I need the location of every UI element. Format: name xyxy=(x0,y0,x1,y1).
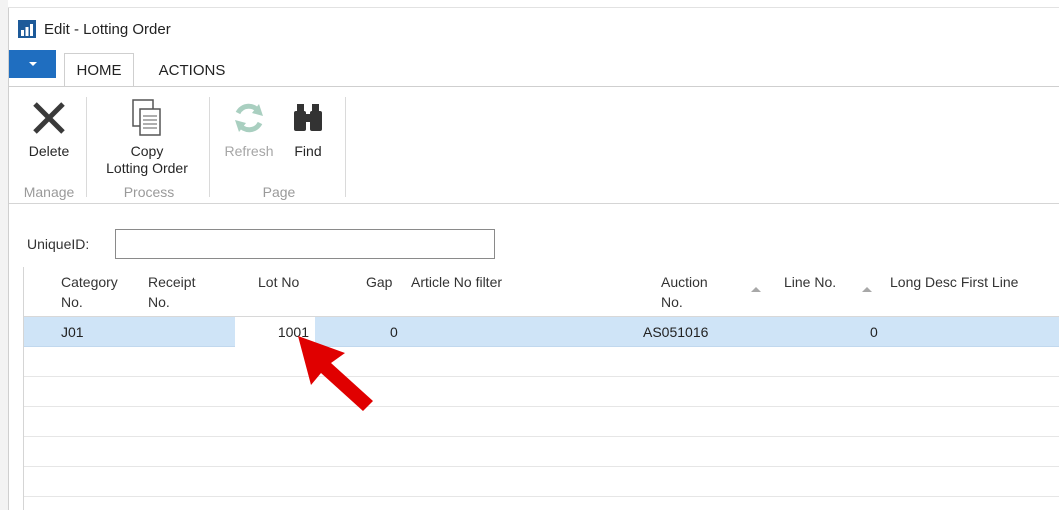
group-label-manage: Manage xyxy=(23,184,75,200)
column-header-article-filter[interactable]: Article No filter xyxy=(411,272,502,292)
copy-document-icon xyxy=(126,97,168,139)
grid-header: Category No. Receipt No. Lot No Gap Arti… xyxy=(24,267,1059,317)
refresh-button[interactable]: Refresh xyxy=(221,97,277,160)
cell-line-no[interactable]: 0 xyxy=(870,317,878,347)
column-header-line-no[interactable]: Line No. xyxy=(784,272,836,292)
uniqueid-input[interactable] xyxy=(115,229,495,259)
header-text: Auction xyxy=(661,274,708,290)
column-header-receipt[interactable]: Receipt No. xyxy=(148,272,195,312)
table-row[interactable] xyxy=(24,377,1059,407)
column-header-auction[interactable]: Auction No. xyxy=(661,272,708,312)
cell-auction[interactable]: AS051016 xyxy=(643,317,708,347)
tab-home[interactable]: HOME xyxy=(64,53,134,87)
app-logo-icon xyxy=(18,20,36,38)
annotation-arrow-icon xyxy=(298,336,373,411)
find-label: Find xyxy=(294,143,322,159)
find-button[interactable]: Find xyxy=(283,97,333,160)
group-separator xyxy=(209,97,210,197)
header-text: No. xyxy=(61,294,83,310)
window-title: Edit - Lotting Order xyxy=(44,20,171,38)
uniqueid-filter: UniqueID: xyxy=(27,229,495,259)
header-text: Category xyxy=(61,274,118,290)
header-text: No. xyxy=(661,294,683,310)
cell-category[interactable]: J01 xyxy=(61,317,84,347)
chevron-down-icon xyxy=(28,62,37,66)
page-content: UniqueID: Category No. Receipt No. Lot N… xyxy=(9,205,1059,510)
column-header-gap[interactable]: Gap xyxy=(366,272,392,292)
copy-label-line2: Lotting Order xyxy=(106,160,188,176)
sort-up-icon xyxy=(751,287,761,292)
delete-label: Delete xyxy=(28,143,70,159)
uniqueid-label: UniqueID: xyxy=(27,236,90,252)
group-label-process: Process xyxy=(123,184,175,200)
cell-gap[interactable]: 0 xyxy=(390,317,398,347)
table-row[interactable] xyxy=(24,407,1059,437)
group-label-page: Page xyxy=(262,184,296,200)
sort-up-icon xyxy=(862,287,872,292)
table-row[interactable] xyxy=(24,347,1059,377)
table-row[interactable] xyxy=(24,467,1059,497)
ribbon: Delete Manage Copy Lotting Order Process xyxy=(9,87,1059,204)
column-header-long-desc[interactable]: Long Desc First Line xyxy=(890,272,1018,292)
copy-lotting-order-button[interactable]: Copy Lotting Order xyxy=(97,97,197,177)
application-menu-button[interactable] xyxy=(9,50,56,78)
refresh-icon xyxy=(228,97,270,139)
tab-actions[interactable]: ACTIONS xyxy=(142,53,242,87)
table-row[interactable]: J01 1001 0 AS051016 0 xyxy=(24,317,1059,347)
delete-x-icon xyxy=(28,97,70,139)
edit-window: Edit - Lotting Order HOME ACTIONS Delete… xyxy=(8,8,1059,510)
ribbon-tabs: HOME ACTIONS xyxy=(9,50,1059,87)
column-header-lot-no[interactable]: Lot No xyxy=(258,272,299,292)
binoculars-icon xyxy=(287,97,329,139)
group-separator xyxy=(86,97,87,197)
column-header-category[interactable]: Category No. xyxy=(61,272,118,312)
header-text: Receipt xyxy=(148,274,196,290)
delete-button[interactable]: Delete xyxy=(21,97,77,160)
refresh-label: Refresh xyxy=(224,143,274,159)
copy-label-line1: Copy xyxy=(130,143,164,159)
header-text: No. xyxy=(148,294,170,310)
group-separator xyxy=(345,97,346,197)
outer-frame-left xyxy=(0,0,8,510)
outer-frame-top xyxy=(0,0,1059,8)
lines-grid: Category No. Receipt No. Lot No Gap Arti… xyxy=(23,267,1059,510)
table-row[interactable] xyxy=(24,437,1059,467)
title-bar: Edit - Lotting Order xyxy=(9,8,1059,50)
